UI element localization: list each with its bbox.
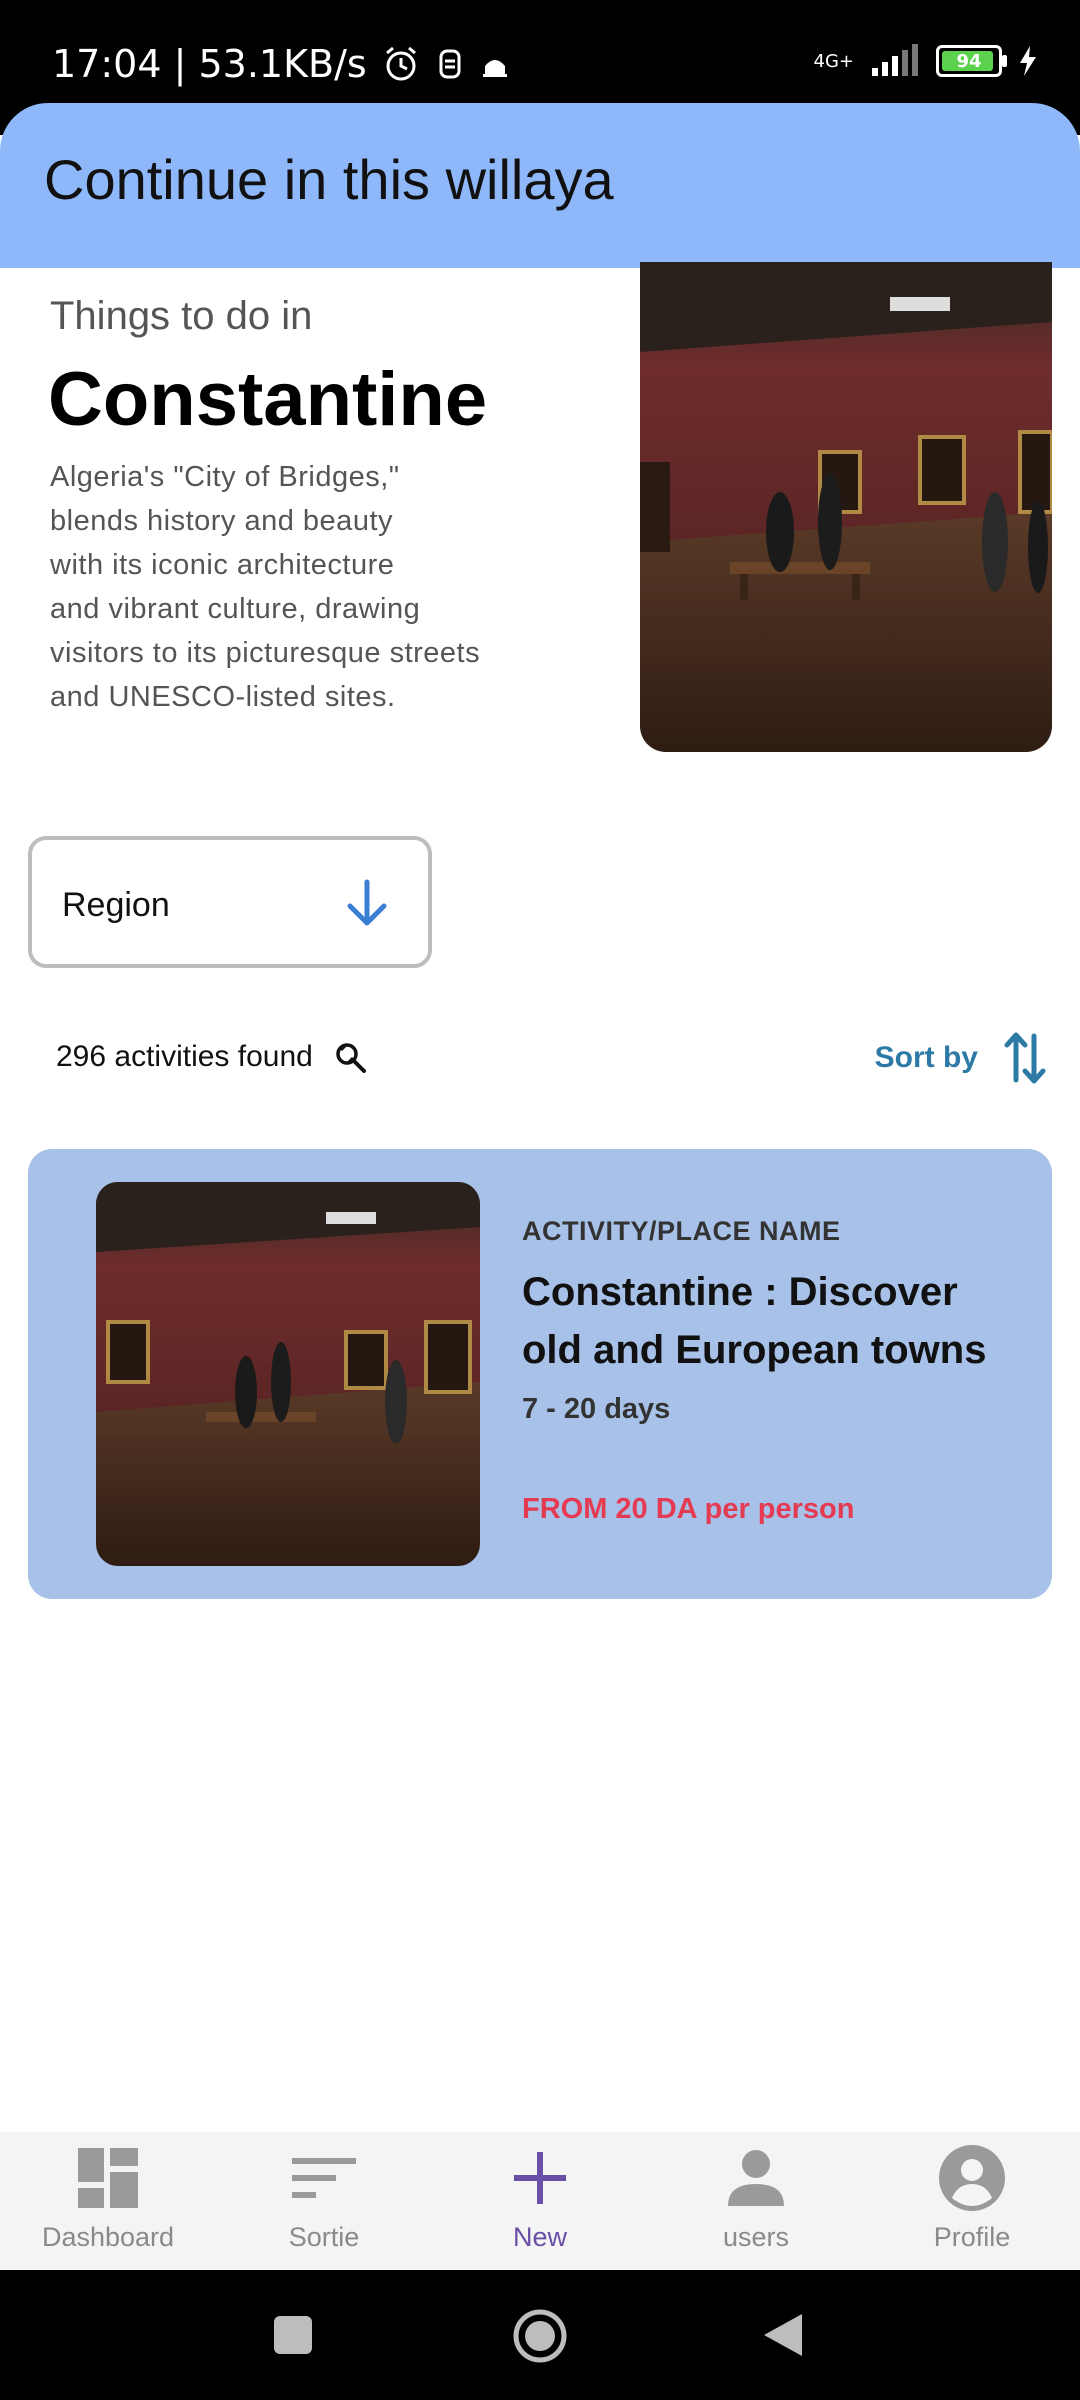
activity-duration: 7 - 20 days bbox=[522, 1393, 671, 1425]
status-right: 4G+ 94 bbox=[814, 44, 1038, 78]
person-icon bbox=[728, 2150, 784, 2206]
status-left: 17:04 | 53.1KB/s bbox=[52, 42, 511, 86]
dashboard-icon bbox=[78, 2148, 138, 2208]
activity-kicker: ACTIVITY/PLACE NAME bbox=[522, 1216, 841, 1246]
header-title: Continue in this willaya bbox=[44, 148, 614, 211]
mosque-icon bbox=[482, 60, 507, 77]
recents-icon[interactable] bbox=[272, 2314, 314, 2356]
nav-item-sortie[interactable]: Sortie bbox=[216, 2132, 432, 2270]
home-icon[interactable] bbox=[512, 2308, 568, 2364]
account-circle-icon bbox=[939, 2145, 1005, 2211]
nav-item-dashboard[interactable]: Dashboard bbox=[0, 2132, 216, 2270]
activity-price: FROM 20 DA per person bbox=[522, 1493, 855, 1525]
nav-label-users: users bbox=[722, 2222, 790, 2252]
sort-lines-icon bbox=[292, 2158, 356, 2198]
activity-title: Constantine : Discover old and European … bbox=[522, 1270, 987, 1372]
city-hero-image bbox=[640, 262, 1052, 752]
nav-item-new[interactable]: New bbox=[432, 2132, 648, 2270]
activity-card[interactable]: ACTIVITY/PLACE NAME Constantine : Discov… bbox=[28, 1149, 1052, 1599]
page-header: Continue in this willaya bbox=[0, 103, 1080, 268]
status-time-speed: 17:04 | 53.1KB/s bbox=[52, 42, 367, 86]
signal-icon bbox=[872, 44, 918, 76]
region-label: Region bbox=[62, 886, 170, 924]
system-navigation-bar bbox=[0, 2270, 1080, 2400]
sort-label: Sort by bbox=[874, 1041, 978, 1074]
nav-label-dashboard: Dashboard bbox=[41, 2222, 175, 2252]
arrow-down-icon bbox=[347, 879, 387, 926]
search-refresh-icon[interactable] bbox=[333, 1040, 367, 1074]
sort-arrows-icon bbox=[1004, 1032, 1046, 1084]
sort-button[interactable]: Sort by bbox=[875, 1030, 1046, 1086]
results-count-row: 296 activities found bbox=[56, 1040, 367, 1074]
app-notification-icon bbox=[439, 49, 461, 79]
nav-item-profile[interactable]: Profile bbox=[864, 2132, 1080, 2270]
battery-icon: 94 bbox=[936, 45, 1007, 77]
nav-label-new: New bbox=[512, 2222, 567, 2252]
nav-label-sortie: Sortie bbox=[288, 2222, 360, 2252]
city-description: Algeria's "City of Bridges," blends hist… bbox=[50, 461, 481, 713]
nav-label-profile: Profile bbox=[933, 2222, 1011, 2252]
region-dropdown[interactable]: Region bbox=[28, 836, 432, 968]
activity-image bbox=[96, 1182, 480, 1566]
plus-icon bbox=[514, 2152, 566, 2204]
charging-icon bbox=[1020, 46, 1036, 76]
results-count: 296 activities found bbox=[56, 1040, 313, 1073]
back-icon[interactable] bbox=[760, 2310, 806, 2360]
intro-subtitle: Things to do in bbox=[50, 294, 313, 338]
network-type: 4G+ bbox=[813, 50, 854, 72]
nav-item-users[interactable]: users bbox=[648, 2132, 864, 2270]
alarm-icon bbox=[385, 46, 416, 81]
bottom-navigation: Dashboard Sortie New users Profile bbox=[0, 2132, 1080, 2270]
battery-level: 94 bbox=[956, 50, 982, 72]
city-title: Constantine bbox=[48, 357, 488, 442]
